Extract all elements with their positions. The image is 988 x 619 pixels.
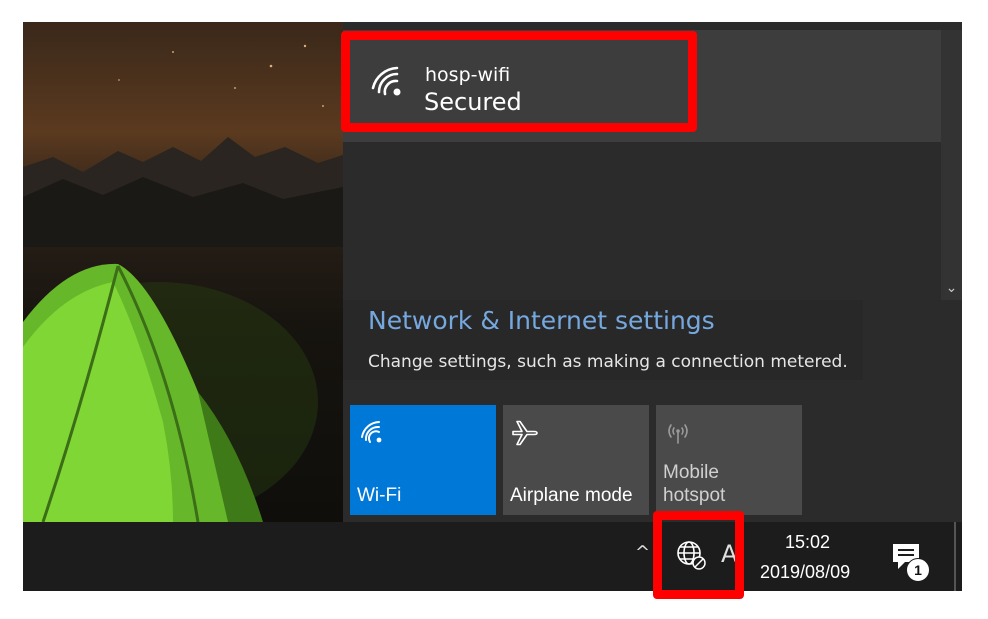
- airplane-tile-label: Airplane mode: [510, 485, 633, 506]
- highlight-network-item: [341, 31, 697, 132]
- show-hidden-icons-chevron[interactable]: ^: [635, 542, 653, 563]
- mobile-hotspot-tile[interactable]: Mobile hotspot: [656, 405, 802, 515]
- settings-description: Change settings, such as making a connec…: [368, 352, 848, 372]
- airplane-icon: [512, 420, 538, 446]
- green-tent-image: [23, 263, 318, 522]
- scrollbar[interactable]: ⌄: [941, 30, 962, 300]
- clock-time[interactable]: 15:02: [785, 532, 830, 553]
- mountain-silhouette-image: [23, 137, 343, 247]
- network-internet-settings-link[interactable]: Network & Internet settings: [368, 306, 715, 335]
- network-settings-section: Network & Internet settings Change setti…: [343, 300, 863, 380]
- desktop-wallpaper: [23, 22, 343, 522]
- highlight-network-tray-icon: [653, 511, 744, 599]
- wifi-toggle-tile[interactable]: Wi-Fi: [350, 405, 496, 515]
- wifi-icon: [361, 421, 382, 443]
- hotspot-tile-label: Mobile hotspot: [663, 462, 726, 506]
- hotspot-icon: [668, 424, 688, 444]
- notification-count-badge: 1: [906, 558, 930, 582]
- show-desktop-edge[interactable]: [954, 522, 956, 591]
- chevron-down-icon[interactable]: ⌄: [941, 276, 962, 300]
- airplane-mode-tile[interactable]: Airplane mode: [503, 405, 649, 515]
- wifi-tile-label: Wi-Fi: [357, 485, 402, 506]
- clock-date[interactable]: 2019/08/09: [760, 562, 850, 583]
- taskbar: ^ A 15:02 2019/08/09 1: [23, 522, 962, 591]
